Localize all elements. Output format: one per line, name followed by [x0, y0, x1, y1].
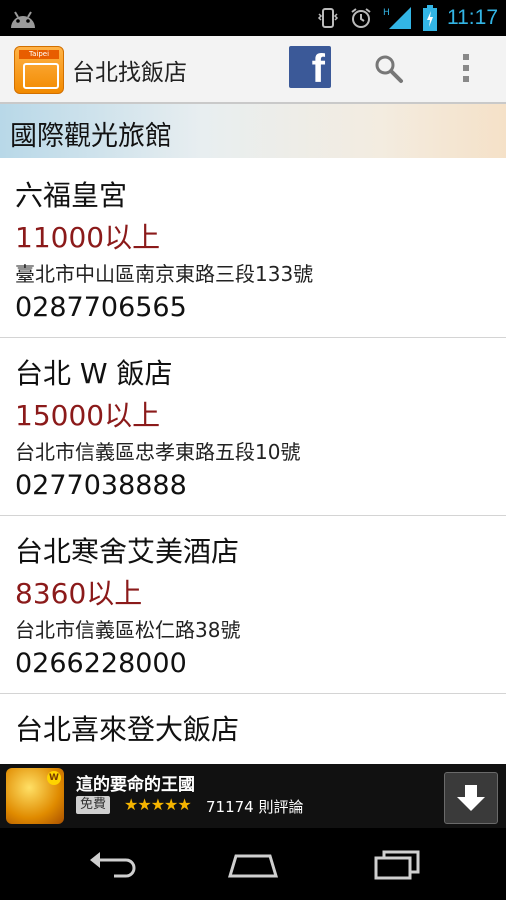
android-notification-icon	[11, 11, 35, 28]
hotel-phone: 0277038888	[15, 470, 187, 501]
hotel-price: 8360以上	[15, 577, 143, 610]
category-title: 國際觀光旅館	[10, 121, 172, 152]
category-header: 國際觀光旅館	[0, 104, 506, 158]
recent-apps-icon[interactable]	[370, 846, 424, 882]
download-icon	[457, 785, 485, 811]
hotel-price: 15000以上	[15, 399, 161, 432]
action-bar: Taipei 台北找飯店 f	[0, 36, 506, 104]
status-bar: H 11:17	[0, 0, 506, 36]
hotel-price: 11000以上	[15, 221, 161, 254]
app-title: 台北找飯店	[72, 60, 187, 86]
overflow-menu-icon[interactable]	[456, 50, 476, 86]
ad-banner[interactable]: W 這的要命的王國 免費 ★★★★★ 71174 則評論	[0, 764, 506, 828]
home-icon[interactable]	[226, 846, 280, 882]
hotel-list-item[interactable]: 台北喜來登大飯店	[0, 694, 506, 764]
app-logo-icon[interactable]: Taipei	[14, 46, 64, 94]
facebook-icon: f	[311, 47, 325, 91]
ad-review-count: 71174 則評論	[206, 798, 304, 816]
hotel-phone: 0266228000	[15, 648, 187, 679]
download-button[interactable]	[444, 772, 498, 824]
star-rating: ★★★★★	[124, 795, 192, 814]
ad-title: 這的要命的王國	[76, 775, 195, 795]
hotel-list-item[interactable]: 六福皇宮 11000以上 臺北市中山區南京東路三段133號 0287706565	[0, 160, 506, 338]
hotel-name: 台北喜來登大飯店	[15, 713, 240, 746]
hotel-list-item[interactable]: 台北寒舍艾美酒店 8360以上 台北市信義區松仁路38號 0266228000	[0, 516, 506, 694]
building-icon	[23, 63, 59, 89]
facebook-share-button[interactable]: f	[289, 46, 331, 91]
hotel-list[interactable]: 六福皇宮 11000以上 臺北市中山區南京東路三段133號 0287706565…	[0, 160, 506, 764]
hotel-address: 臺北市中山區南京東路三段133號	[15, 262, 314, 286]
hotel-name: 台北 W 飯店	[15, 357, 173, 390]
back-icon[interactable]	[86, 846, 140, 882]
battery-icon	[423, 5, 437, 31]
search-icon[interactable]	[372, 52, 406, 86]
vibrate-icon	[317, 8, 339, 28]
hotel-address: 台北市信義區松仁路38號	[15, 618, 241, 642]
hotel-list-item[interactable]: 台北 W 飯店 15000以上 台北市信義區忠孝東路五段10號 02770388…	[0, 338, 506, 516]
ad-price-badge: 免費	[76, 796, 111, 814]
navigation-bar	[0, 828, 506, 900]
game-app-icon[interactable]: W	[6, 768, 64, 824]
signal-icon: H	[383, 7, 411, 29]
hotel-address: 台北市信義區忠孝東路五段10號	[15, 440, 301, 464]
app-logo-tag: Taipei	[19, 50, 59, 59]
clock: 11:17	[447, 6, 498, 29]
alarm-icon	[351, 8, 371, 28]
svg-text:H: H	[383, 8, 390, 18]
hotel-name: 六福皇宮	[15, 179, 128, 212]
hotel-phone: 0287706565	[15, 292, 187, 323]
game-badge: W	[47, 771, 61, 785]
hotel-name: 台北寒舍艾美酒店	[15, 535, 240, 568]
